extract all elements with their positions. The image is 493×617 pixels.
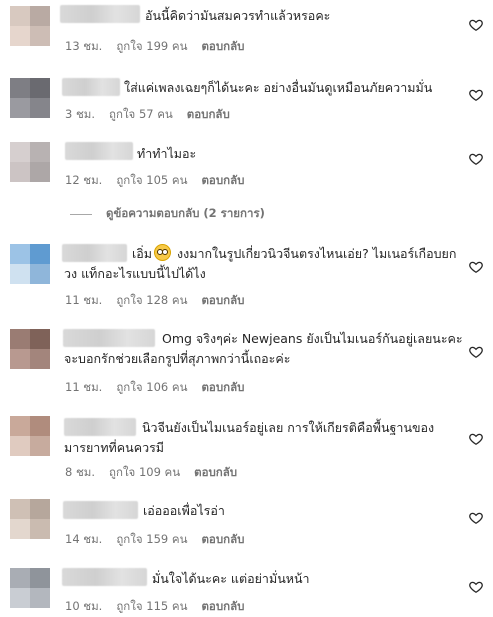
comment-time[interactable]: 13 ชม. [65, 39, 102, 53]
like-heart-icon[interactable] [469, 18, 483, 32]
comment-time[interactable]: 10 ชม. [65, 599, 102, 613]
comment-text: เอิ่ม งงมากในรูปเกี่ยวนิวจีนตรงไหนเอ่ย? … [64, 244, 464, 284]
comment-text: มั่นใจได้นะคะ แต่อย่ามั่นหน้า [152, 571, 310, 586]
view-replies-label: ดูข้อความตอบกลับ (2 รายการ) [106, 206, 265, 220]
comment-time[interactable]: 11 ชม. [65, 380, 102, 394]
reply-button[interactable]: ตอบกลับ [201, 599, 244, 613]
avatar-tile [30, 499, 50, 519]
like-heart-icon[interactable] [469, 432, 483, 446]
comment-meta: 13 ชม. ถูกใจ 199 คน ตอบกลับ [65, 38, 258, 56]
avatar-tile [30, 6, 50, 26]
comment-text-end: งงมากในรูปเกี่ยวนิวจีนตรงไหนเอ่ย? ไมเนอร… [64, 246, 457, 281]
reply-button[interactable]: ตอบกลับ [201, 532, 244, 546]
avatar-tile [30, 436, 50, 456]
avatar-tile [10, 416, 30, 436]
avatar[interactable] [10, 568, 50, 608]
avatar-tile [30, 244, 50, 264]
avatar[interactable] [10, 329, 50, 369]
avatar-tile [30, 142, 50, 162]
comment-meta: 8 ชม. ถูกใจ 109 คน ตอบกลับ [65, 464, 251, 482]
avatar-tile [10, 6, 30, 26]
reply-button[interactable]: ตอบกลับ [201, 293, 244, 307]
like-count[interactable]: ถูกใจ 115 คน [116, 599, 187, 613]
avatar-tile [30, 98, 50, 118]
comment-time[interactable]: 8 ชม. [65, 465, 95, 479]
view-replies-button[interactable]: ดูข้อความตอบกลับ (2 รายการ) [70, 205, 265, 223]
avatar[interactable] [10, 499, 50, 539]
avatar[interactable] [10, 142, 50, 182]
comment-text-start: เอิ่ม [132, 246, 153, 261]
username-redacted[interactable] [60, 5, 140, 23]
avatar-tile [30, 568, 50, 588]
comment-time[interactable]: 3 ชม. [65, 107, 95, 121]
like-heart-icon[interactable] [469, 152, 483, 166]
avatar-tile [10, 78, 30, 98]
like-count[interactable]: ถูกใจ 105 คน [116, 173, 187, 187]
comment-text: ใส่แค่เพลงเฉยๆก็ได้นะคะ อย่างอื่นมันดูเห… [124, 80, 433, 95]
avatar-tile [10, 244, 30, 264]
avatar-tile [30, 519, 50, 539]
avatar-tile [30, 329, 50, 349]
avatar-tile [30, 349, 50, 369]
comment-text: ทำทำไมอะ [137, 146, 197, 161]
like-count[interactable]: ถูกใจ 109 คน [109, 465, 180, 479]
avatar-tile [30, 416, 50, 436]
avatar-tile [10, 519, 30, 539]
like-heart-icon[interactable] [469, 260, 483, 274]
avatar[interactable] [10, 244, 50, 284]
avatar-tile [10, 26, 30, 46]
username-redacted[interactable] [62, 568, 147, 586]
avatar-tile [30, 588, 50, 608]
reply-button[interactable]: ตอบกลับ [201, 173, 244, 187]
avatar-tile [30, 26, 50, 46]
comment-text: นิวจีนยังเป็นไมเนอร์อยู่เลย การให้เกียรต… [64, 420, 435, 455]
avatar-tile [10, 98, 30, 118]
replies-divider-line [70, 213, 92, 215]
avatar-tile [30, 264, 50, 284]
reply-button[interactable]: ตอบกลับ [201, 380, 244, 394]
like-heart-icon[interactable] [469, 580, 483, 594]
avatar-tile [10, 588, 30, 608]
like-heart-icon[interactable] [469, 511, 483, 525]
avatar-tile [10, 349, 30, 369]
comment-meta: 11 ชม. ถูกใจ 106 คน ตอบกลับ [65, 379, 258, 397]
comment-time[interactable]: 12 ชม. [65, 173, 102, 187]
reply-button[interactable]: ตอบกลับ [194, 465, 237, 479]
comment-text: เอ่อออเพื่อไรอ่า [143, 503, 225, 518]
username-redacted[interactable] [62, 78, 120, 96]
comment-meta: 14 ชม. ถูกใจ 159 คน ตอบกลับ [65, 531, 258, 549]
avatar[interactable] [10, 6, 50, 46]
comment-text: อันนี้คิดว่ามันสมควรทำแล้วหรอคะ [145, 8, 331, 23]
comment-meta: 12 ชม. ถูกใจ 105 คน ตอบกลับ [65, 172, 258, 190]
like-count[interactable]: ถูกใจ 57 คน [109, 107, 173, 121]
reply-button[interactable]: ตอบกลับ [187, 107, 230, 121]
avatar-tile [10, 499, 30, 519]
avatar-tile [10, 436, 30, 456]
avatar-tile [10, 568, 30, 588]
comment-meta: 3 ชม. ถูกใจ 57 คน ตอบกลับ [65, 106, 244, 124]
avatar-tile [30, 162, 50, 182]
username-redacted[interactable] [65, 142, 133, 160]
avatar-tile [10, 142, 30, 162]
username-redacted[interactable] [63, 501, 138, 519]
avatar-tile [10, 162, 30, 182]
like-heart-icon[interactable] [469, 88, 483, 102]
avatar-tile [10, 329, 30, 349]
avatar[interactable] [10, 78, 50, 118]
like-count[interactable]: ถูกใจ 106 คน [116, 380, 187, 394]
comment-meta: 10 ชม. ถูกใจ 115 คน ตอบกลับ [65, 598, 258, 616]
comment-time[interactable]: 11 ชม. [65, 293, 102, 307]
like-heart-icon[interactable] [469, 345, 483, 359]
avatar-tile [30, 78, 50, 98]
like-count[interactable]: ถูกใจ 199 คน [116, 39, 187, 53]
like-count[interactable]: ถูกใจ 159 คน [116, 532, 187, 546]
like-count[interactable]: ถูกใจ 128 คน [116, 293, 187, 307]
reply-button[interactable]: ตอบกลับ [201, 39, 244, 53]
comment-meta: 11 ชม. ถูกใจ 128 คน ตอบกลับ [65, 292, 258, 310]
rolling-eyes-emoji-icon [154, 244, 172, 261]
comment-time[interactable]: 14 ชม. [65, 532, 102, 546]
avatar-tile [10, 264, 30, 284]
avatar[interactable] [10, 416, 50, 456]
comment-text: Omg จริงๆค่ะ Newjeans ยังเป็นไมเนอร์กันอ… [64, 331, 463, 366]
